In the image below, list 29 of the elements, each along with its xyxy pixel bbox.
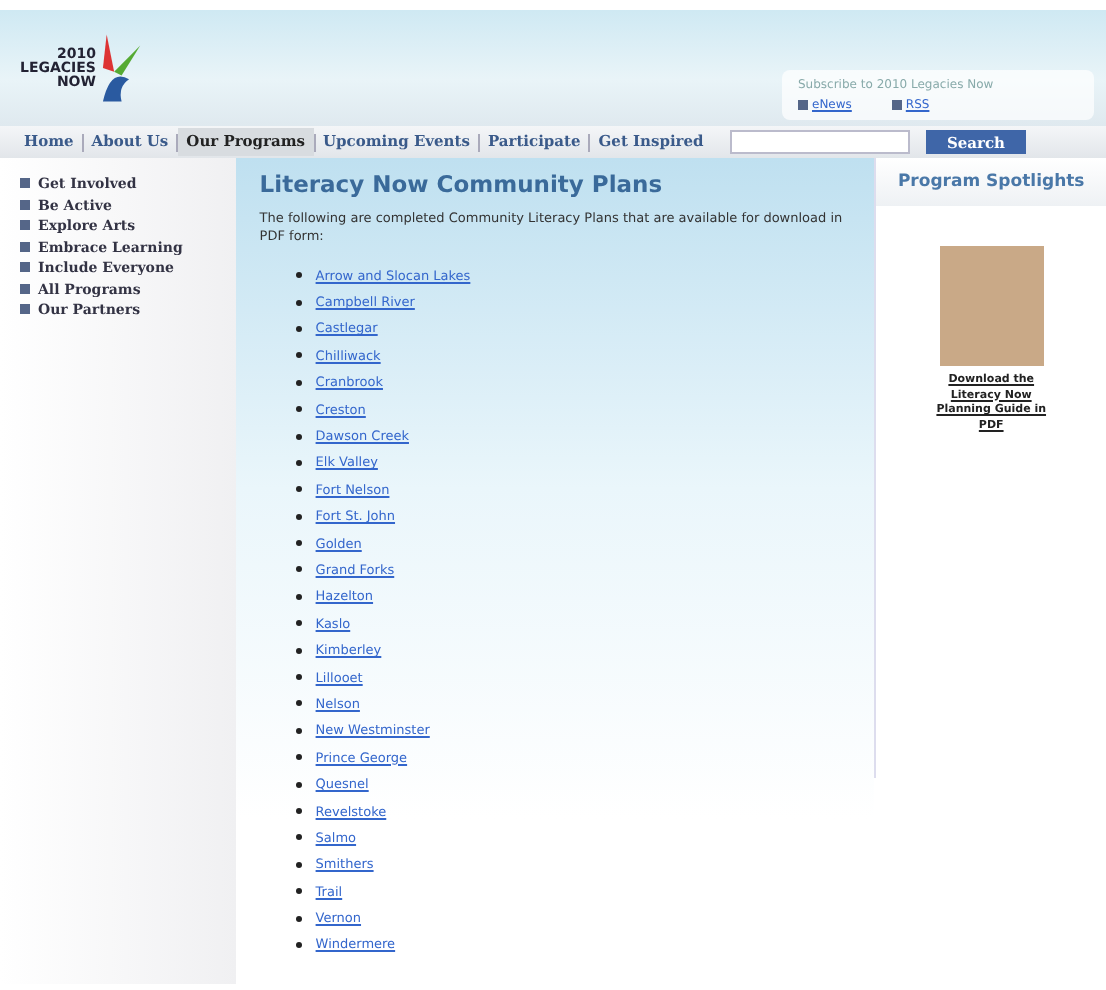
bullet-icon	[295, 808, 302, 814]
bullet-icon	[295, 406, 302, 413]
bullet-icon	[295, 754, 302, 761]
bullet-icon	[295, 486, 302, 493]
bullet-icon	[295, 674, 302, 681]
bullet-icon	[295, 620, 302, 627]
bullet-icon	[295, 566, 302, 573]
bullet-icon	[295, 513, 302, 520]
bullet-icon	[295, 700, 302, 707]
bullet-icon	[295, 727, 302, 734]
bullet-icon	[295, 861, 302, 868]
bullet-icon	[295, 433, 302, 440]
bullet-icon	[295, 834, 302, 841]
bullet-icon	[295, 915, 302, 922]
bullet-icon	[295, 272, 302, 279]
bullet-icon	[295, 888, 302, 895]
bullet-icon	[295, 379, 302, 386]
search-field[interactable]	[730, 130, 910, 154]
bullet-icon	[295, 941, 302, 948]
bullet-icon	[295, 781, 302, 788]
bullet-icon	[295, 352, 302, 359]
bullet-icon	[295, 325, 302, 332]
page-title: Literacy Now Community Plans	[259, 170, 665, 198]
bullet-icon	[295, 647, 302, 654]
photo-placeholder	[939, 246, 1044, 366]
bullet-icon	[295, 299, 302, 306]
bullet-icon	[295, 593, 302, 600]
bullet-icon	[295, 540, 302, 547]
bullet-icon	[295, 459, 302, 466]
